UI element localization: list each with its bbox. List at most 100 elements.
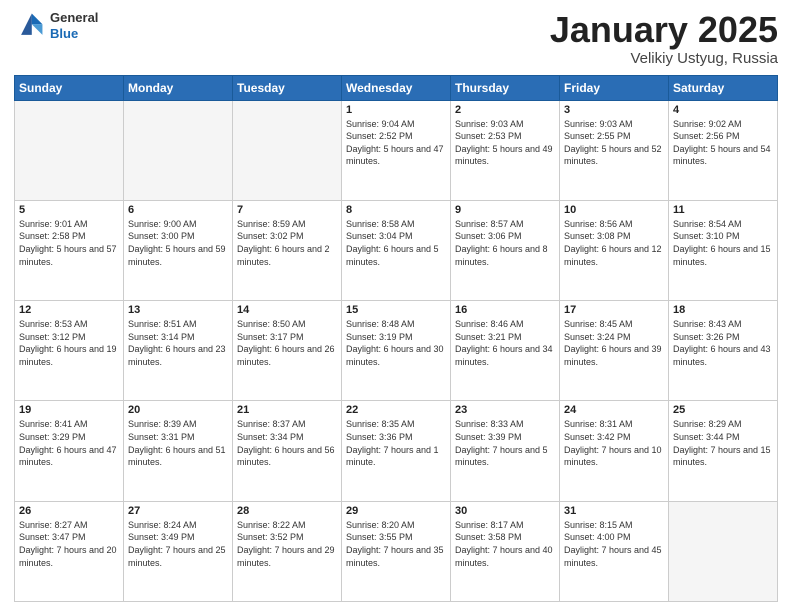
day-cell: 6Sunrise: 9:00 AMSunset: 3:00 PMDaylight… xyxy=(124,200,233,300)
day-info: Sunrise: 8:22 AMSunset: 3:52 PMDaylight:… xyxy=(237,519,337,569)
day-number: 30 xyxy=(455,505,555,517)
day-cell xyxy=(669,501,778,601)
day-info: Sunrise: 9:03 AMSunset: 2:55 PMDaylight:… xyxy=(564,118,664,168)
day-number: 8 xyxy=(346,204,446,216)
title-block: January 2025 Velikiy Ustyug, Russia xyxy=(550,10,778,67)
day-cell: 4 Sunrise: 9:02 AMSunset: 2:56 PMDaylight… xyxy=(669,100,778,200)
day-number: 10 xyxy=(564,204,664,216)
logo-text: General Blue xyxy=(50,10,98,41)
week-row-3: 19Sunrise: 8:41 AMSunset: 3:29 PMDayligh… xyxy=(15,401,778,501)
day-info: Sunrise: 8:56 AMSunset: 3:08 PMDaylight:… xyxy=(564,218,664,268)
day-cell xyxy=(15,100,124,200)
day-cell: 1 Sunrise: 9:04 AMSunset: 2:52 PMDaylight… xyxy=(342,100,451,200)
day-number: 21 xyxy=(237,404,337,416)
day-info: Sunrise: 9:02 AMSunset: 2:56 PMDaylight:… xyxy=(673,118,773,168)
day-cell: 3 Sunrise: 9:03 AMSunset: 2:55 PMDaylight… xyxy=(560,100,669,200)
day-cell: 31 Sunrise: 8:15 AMSunset: 4:00 PMDayligh… xyxy=(560,501,669,601)
day-cell: 27 Sunrise: 8:24 AMSunset: 3:49 PMDayligh… xyxy=(124,501,233,601)
day-number: 7 xyxy=(237,204,337,216)
day-number: 3 xyxy=(564,104,664,116)
day-info: Sunrise: 8:20 AMSunset: 3:55 PMDaylight:… xyxy=(346,519,446,569)
col-header-saturday: Saturday xyxy=(669,75,778,100)
day-info: Sunrise: 8:33 AMSunset: 3:39 PMDaylight:… xyxy=(455,418,555,468)
day-cell: 8Sunrise: 8:58 AMSunset: 3:04 PMDaylight… xyxy=(342,200,451,300)
week-row-0: 1 Sunrise: 9:04 AMSunset: 2:52 PMDaylight… xyxy=(15,100,778,200)
day-number: 16 xyxy=(455,304,555,316)
day-number: 31 xyxy=(564,505,664,517)
day-info: Sunrise: 9:04 AMSunset: 2:52 PMDaylight:… xyxy=(346,118,446,168)
day-number: 17 xyxy=(564,304,664,316)
day-cell: 12 Sunrise: 8:53 AMSunset: 3:12 PMDayligh… xyxy=(15,301,124,401)
day-info: Sunrise: 9:03 AMSunset: 2:53 PMDaylight:… xyxy=(455,118,555,168)
day-info: Sunrise: 8:39 AMSunset: 3:31 PMDaylight:… xyxy=(128,418,228,468)
week-row-2: 12 Sunrise: 8:53 AMSunset: 3:12 PMDayligh… xyxy=(15,301,778,401)
day-info: Sunrise: 8:17 AMSunset: 3:58 PMDaylight:… xyxy=(455,519,555,569)
col-header-tuesday: Tuesday xyxy=(233,75,342,100)
day-number: 11 xyxy=(673,204,773,216)
day-info: Sunrise: 8:57 AMSunset: 3:06 PMDaylight:… xyxy=(455,218,555,268)
day-number: 6 xyxy=(128,204,228,216)
day-info: Sunrise: 8:24 AMSunset: 3:49 PMDaylight:… xyxy=(128,519,228,569)
day-cell xyxy=(124,100,233,200)
day-info: Sunrise: 8:51 AMSunset: 3:14 PMDaylight:… xyxy=(128,318,228,368)
day-cell: 28Sunrise: 8:22 AMSunset: 3:52 PMDayligh… xyxy=(233,501,342,601)
day-info: Sunrise: 8:46 AMSunset: 3:21 PMDaylight:… xyxy=(455,318,555,368)
day-cell: 23 Sunrise: 8:33 AMSunset: 3:39 PMDayligh… xyxy=(451,401,560,501)
day-info: Sunrise: 8:15 AMSunset: 4:00 PMDaylight:… xyxy=(564,519,664,569)
header: General Blue January 2025 Velikiy Ustyug… xyxy=(14,10,778,67)
day-number: 29 xyxy=(346,505,446,517)
day-info: Sunrise: 8:29 AMSunset: 3:44 PMDaylight:… xyxy=(673,418,773,468)
logo: General Blue xyxy=(14,10,98,42)
day-info: Sunrise: 8:54 AMSunset: 3:10 PMDaylight:… xyxy=(673,218,773,268)
day-cell: 24Sunrise: 8:31 AMSunset: 3:42 PMDayligh… xyxy=(560,401,669,501)
day-number: 23 xyxy=(455,404,555,416)
day-cell: 21 Sunrise: 8:37 AMSunset: 3:34 PMDayligh… xyxy=(233,401,342,501)
day-number: 18 xyxy=(673,304,773,316)
day-cell: 17 Sunrise: 8:45 AMSunset: 3:24 PMDayligh… xyxy=(560,301,669,401)
day-number: 5 xyxy=(19,204,119,216)
day-cell: 26Sunrise: 8:27 AMSunset: 3:47 PMDayligh… xyxy=(15,501,124,601)
calendar: SundayMondayTuesdayWednesdayThursdayFrid… xyxy=(14,75,778,602)
day-cell: 20Sunrise: 8:39 AMSunset: 3:31 PMDayligh… xyxy=(124,401,233,501)
col-header-friday: Friday xyxy=(560,75,669,100)
col-header-wednesday: Wednesday xyxy=(342,75,451,100)
logo-icon xyxy=(14,10,46,42)
week-row-4: 26Sunrise: 8:27 AMSunset: 3:47 PMDayligh… xyxy=(15,501,778,601)
day-cell: 14 Sunrise: 8:50 AMSunset: 3:17 PMDayligh… xyxy=(233,301,342,401)
day-cell: 11 Sunrise: 8:54 AMSunset: 3:10 PMDayligh… xyxy=(669,200,778,300)
day-number: 19 xyxy=(19,404,119,416)
logo-blue: Blue xyxy=(50,26,98,42)
day-number: 26 xyxy=(19,505,119,517)
day-cell: 5Sunrise: 9:01 AMSunset: 2:58 PMDaylight… xyxy=(15,200,124,300)
day-cell: 22Sunrise: 8:35 AMSunset: 3:36 PMDayligh… xyxy=(342,401,451,501)
day-cell: 16 Sunrise: 8:46 AMSunset: 3:21 PMDayligh… xyxy=(451,301,560,401)
day-number: 14 xyxy=(237,304,337,316)
day-cell: 19Sunrise: 8:41 AMSunset: 3:29 PMDayligh… xyxy=(15,401,124,501)
day-info: Sunrise: 8:59 AMSunset: 3:02 PMDaylight:… xyxy=(237,218,337,268)
day-number: 1 xyxy=(346,104,446,116)
week-row-1: 5Sunrise: 9:01 AMSunset: 2:58 PMDaylight… xyxy=(15,200,778,300)
day-number: 15 xyxy=(346,304,446,316)
col-header-thursday: Thursday xyxy=(451,75,560,100)
day-cell: 7 Sunrise: 8:59 AMSunset: 3:02 PMDaylight… xyxy=(233,200,342,300)
subtitle: Velikiy Ustyug, Russia xyxy=(550,50,778,67)
day-cell: 18 Sunrise: 8:43 AMSunset: 3:26 PMDayligh… xyxy=(669,301,778,401)
col-header-sunday: Sunday xyxy=(15,75,124,100)
day-cell: 13Sunrise: 8:51 AMSunset: 3:14 PMDayligh… xyxy=(124,301,233,401)
day-cell: 29 Sunrise: 8:20 AMSunset: 3:55 PMDayligh… xyxy=(342,501,451,601)
page: General Blue January 2025 Velikiy Ustyug… xyxy=(0,0,792,612)
col-header-monday: Monday xyxy=(124,75,233,100)
day-info: Sunrise: 8:43 AMSunset: 3:26 PMDaylight:… xyxy=(673,318,773,368)
day-info: Sunrise: 8:48 AMSunset: 3:19 PMDaylight:… xyxy=(346,318,446,368)
day-cell: 2Sunrise: 9:03 AMSunset: 2:53 PMDaylight… xyxy=(451,100,560,200)
logo-general: General xyxy=(50,10,98,26)
day-number: 4 xyxy=(673,104,773,116)
day-number: 12 xyxy=(19,304,119,316)
day-info: Sunrise: 8:53 AMSunset: 3:12 PMDaylight:… xyxy=(19,318,119,368)
day-cell: 15 Sunrise: 8:48 AMSunset: 3:19 PMDayligh… xyxy=(342,301,451,401)
day-info: Sunrise: 8:45 AMSunset: 3:24 PMDaylight:… xyxy=(564,318,664,368)
day-cell: 9Sunrise: 8:57 AMSunset: 3:06 PMDaylight… xyxy=(451,200,560,300)
day-info: Sunrise: 8:50 AMSunset: 3:17 PMDaylight:… xyxy=(237,318,337,368)
day-number: 27 xyxy=(128,505,228,517)
day-info: Sunrise: 8:37 AMSunset: 3:34 PMDaylight:… xyxy=(237,418,337,468)
